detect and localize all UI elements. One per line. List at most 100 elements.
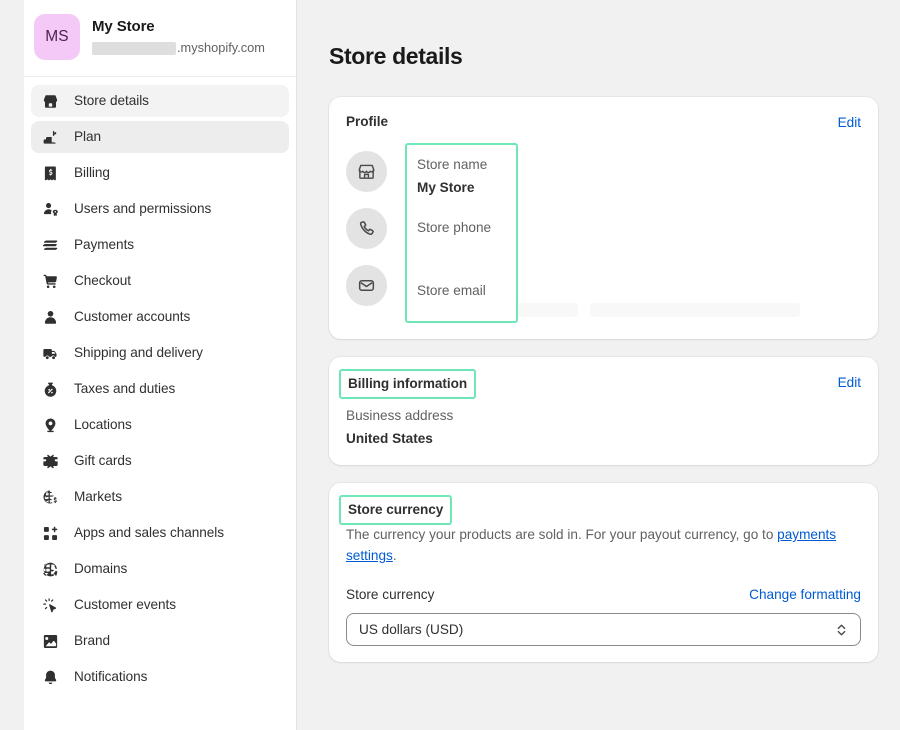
main-content: Store details Profile Edit [297, 0, 900, 730]
pin-icon [40, 415, 60, 435]
profile-edit-link[interactable]: Edit [838, 112, 861, 133]
store-name-field: Store name My Store [417, 155, 516, 218]
sidebar-item-label: Locations [74, 415, 132, 435]
sidebar-item-label: Gift cards [74, 451, 132, 471]
sidebar-item-checkout[interactable]: Checkout [31, 265, 289, 297]
email-icon [346, 265, 387, 306]
sidebar-item-domains[interactable]: Domains [31, 553, 289, 585]
sidebar-item-label: Shipping and delivery [74, 343, 203, 363]
business-address-value: United States [346, 429, 861, 449]
sidebar-item-label: Store details [74, 91, 149, 111]
currency-description: The currency your products are sold in. … [346, 524, 846, 566]
sidebar-item-users-and-permissions[interactable]: Users and permissions [31, 193, 289, 225]
store-phone-label: Store phone [417, 218, 516, 238]
sidebar-item-customer-events[interactable]: Customer events [31, 589, 289, 621]
payments-icon [40, 235, 60, 255]
sidebar-item-markets[interactable]: Markets [31, 481, 289, 513]
sidebar-item-label: Checkout [74, 271, 131, 291]
sidebar-item-label: Billing [74, 163, 110, 183]
plan-icon [40, 127, 60, 147]
currency-description-text: The currency your products are sold in. … [346, 527, 777, 542]
sidebar-item-brand[interactable]: Brand [31, 625, 289, 657]
profile-card: Profile Edit [329, 97, 878, 339]
sidebar-item-label: Taxes and duties [74, 379, 175, 399]
redacted-subdomain [92, 42, 176, 55]
sidebar-item-locations[interactable]: Locations [31, 409, 289, 441]
sidebar-item-apps-and-sales-channels[interactable]: Apps and sales channels [31, 517, 289, 549]
apps-icon [40, 523, 60, 543]
sidebar-item-label: Domains [74, 559, 127, 579]
billing-body: Business address United States [346, 406, 861, 449]
tax-icon [40, 379, 60, 399]
store-name-value: My Store [417, 178, 516, 198]
chevron-up-down-icon [835, 621, 848, 638]
sidebar-item-shipping-and-delivery[interactable]: Shipping and delivery [31, 337, 289, 369]
person-icon [40, 307, 60, 327]
sidebar-item-label: Markets [74, 487, 122, 507]
profile-body: Store name My Store Store phone Store em… [346, 143, 861, 323]
billing-icon [40, 163, 60, 183]
users-icon [40, 199, 60, 219]
redacted-email-value [518, 303, 800, 317]
store-name: My Store [92, 17, 265, 37]
store-currency-card: Store currency The currency your product… [329, 483, 878, 662]
sidebar-item-payments[interactable]: Payments [31, 229, 289, 261]
settings-sidebar: MS My Store .myshopify.com Store details… [24, 0, 297, 730]
page-title: Store details [329, 42, 878, 70]
settings-page: MS My Store .myshopify.com Store details… [0, 0, 900, 730]
store-header[interactable]: MS My Store .myshopify.com [24, 0, 296, 77]
sidebar-item-label: Users and permissions [74, 199, 211, 219]
profile-fields-highlight: Store name My Store Store phone Store em… [405, 143, 518, 323]
sidebar-item-label: Apps and sales channels [74, 523, 224, 543]
profile-card-header: Profile Edit [346, 112, 861, 133]
store-domain-suffix: .myshopify.com [177, 39, 265, 57]
sidebar-item-plan[interactable]: Plan [31, 121, 289, 153]
globe-icon [40, 559, 60, 579]
globe-dollar-icon [40, 487, 60, 507]
sidebar-item-billing[interactable]: Billing [31, 157, 289, 189]
sidebar-item-gift-cards[interactable]: Gift cards [31, 445, 289, 477]
profile-card-title: Profile [346, 112, 388, 132]
billing-card-title: Billing information [339, 369, 476, 399]
truck-icon [40, 343, 60, 363]
store-icon [346, 151, 387, 192]
billing-card-header: Billing information Edit [346, 372, 861, 396]
store-meta: My Store .myshopify.com [92, 17, 265, 57]
business-address-label: Business address [346, 406, 861, 426]
avatar: MS [34, 14, 80, 60]
store-phone-field: Store phone [417, 218, 516, 281]
sidebar-item-label: Plan [74, 127, 101, 147]
sidebar-item-label: Payments [74, 235, 134, 255]
store-currency-select[interactable]: US dollars (USD) [346, 613, 861, 646]
sidebar-item-label: Customer events [74, 595, 176, 615]
store-domain: .myshopify.com [92, 39, 265, 57]
cart-icon [40, 271, 60, 291]
sidebar-item-store-details[interactable]: Store details [31, 85, 289, 117]
change-formatting-link[interactable]: Change formatting [749, 587, 861, 602]
profile-icon-column [346, 143, 387, 306]
bell-icon [40, 667, 60, 687]
currency-card-title: Store currency [339, 495, 452, 525]
sidebar-item-notifications[interactable]: Notifications [31, 661, 289, 693]
sidebar-item-label: Brand [74, 631, 110, 651]
store-name-label: Store name [417, 155, 516, 175]
store-currency-value: US dollars (USD) [359, 620, 463, 640]
click-icon [40, 595, 60, 615]
phone-icon [346, 208, 387, 249]
currency-description-period: . [393, 548, 397, 563]
store-email-label: Store email [417, 281, 516, 301]
billing-information-card: Billing information Edit Business addres… [329, 357, 878, 465]
currency-card-header: Store currency [346, 498, 861, 522]
sidebar-item-label: Notifications [74, 667, 147, 687]
sidebar-item-taxes-and-duties[interactable]: Taxes and duties [31, 373, 289, 405]
image-icon [40, 631, 60, 651]
store-email-field: Store email [417, 281, 516, 311]
store-currency-label: Store currency [346, 585, 434, 605]
sidebar-item-label: Customer accounts [74, 307, 190, 327]
billing-edit-link[interactable]: Edit [838, 372, 861, 393]
giftcard-icon [40, 451, 60, 471]
sidebar-item-customer-accounts[interactable]: Customer accounts [31, 301, 289, 333]
currency-field-row: Store currency Change formatting [346, 585, 861, 605]
store-icon [40, 91, 60, 111]
settings-nav: Store details Plan Billing Users and permis… [24, 77, 296, 730]
